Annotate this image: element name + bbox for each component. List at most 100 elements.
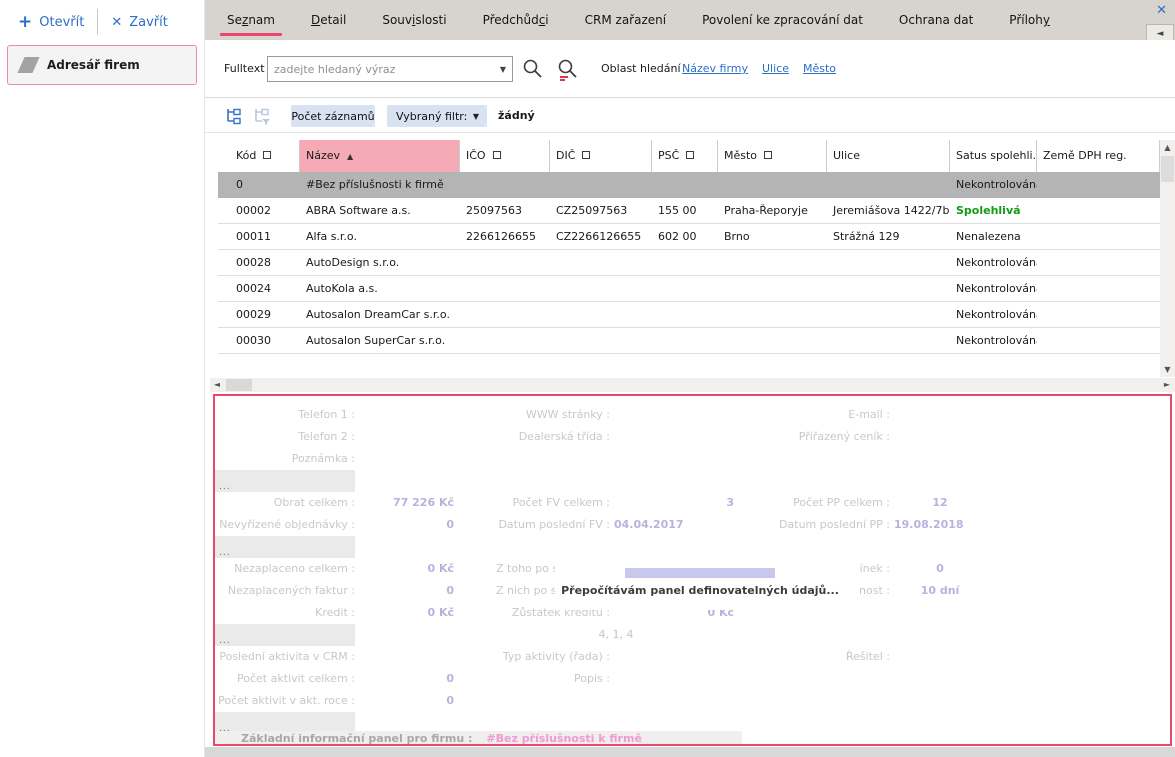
cell: Nekontrolována [950,328,1037,353]
tab-detail[interactable]: Detail [293,0,364,40]
cell: Autosalon DreamCar s.r.o. [300,302,460,327]
cell: AutoKola a.s. [300,276,460,301]
column-header-m-sto[interactable]: Město [718,140,827,172]
cell: 00028 [218,250,300,275]
search-scope-links: Název firmy Ulice Město [682,62,836,75]
panel-field-value: 19.08.2018 [890,514,990,536]
column-header-k-d[interactable]: Kód [218,140,300,172]
column-filter-checkbox[interactable] [582,151,590,159]
panel-field-row: Telefon 1 :WWW stránky :E-mail : [215,404,1170,426]
panel-field-value: 10 dní [890,580,990,602]
column-filter-checkbox[interactable] [686,151,694,159]
horizontal-scrollbar[interactable]: ◄ ► [210,378,1175,392]
panel-field-value [890,404,990,426]
table-row-00024[interactable]: 00024AutoKola a.s.Nekontrolována [218,276,1160,302]
panel-field-row: Obrat celkem :77 226 KčPočet FV celkem :… [215,492,1170,514]
fulltext-input[interactable] [267,56,513,82]
table-row-00029[interactable]: 00029Autosalon DreamCar s.r.o.Nekontrolo… [218,302,1160,328]
column-header-ps[interactable]: PSČ [652,140,718,172]
tab-souvislosti[interactable]: Souvislosti [364,0,464,40]
column-filter-checkbox[interactable] [263,151,271,159]
tab-p-lohy[interactable]: Přílohy [991,0,1068,40]
column-filter-checkbox[interactable] [764,151,772,159]
panel-field-label: Typ aktivity (řada) : [460,646,610,668]
column-header-i-o[interactable]: IČO [460,140,550,172]
panel-field-label: E-mail : [740,404,890,426]
fulltext-search-icon[interactable] [556,57,580,84]
panel-field-value: 0 [355,668,460,690]
scope-link-ulice[interactable]: Ulice [762,62,789,75]
scope-link-n-zev-firmy[interactable]: Název firmy [682,62,748,75]
search-icon[interactable] [521,57,545,84]
panel-field-row: Počet aktivit v akt. roce :0 [215,690,1170,712]
scroll-up-button[interactable]: ▲ [1160,140,1175,155]
cell [827,302,950,327]
panel-field-label: Popis : [460,668,610,690]
tab-seznam[interactable]: Seznam [209,0,293,40]
close-view-icon[interactable]: ✕ [1156,3,1167,18]
cell: Nekontrolována [950,172,1037,197]
cell: 00030 [218,328,300,353]
selected-filter-value: žádný [498,109,535,122]
selected-filter-dropdown[interactable]: Vybraný filtr: ▼ [387,105,487,127]
cell: Autosalon SuperCar s.r.o. [300,328,460,353]
close-button[interactable]: ✕ Zavřít [111,15,168,30]
scroll-down-button[interactable]: ▼ [1160,362,1175,377]
column-header-satus-spolehli[interactable]: Satus spolehli... [950,140,1037,172]
column-header-n-zev[interactable]: Název▲ [300,140,460,172]
vertical-scroll-thumb[interactable] [1161,156,1174,182]
cell: 602 00 [652,224,718,249]
panel-group-bar-row: ... [215,536,1170,558]
close-button-label: Zavřít [129,15,168,30]
record-count-button[interactable]: Počet záznamů [291,105,375,127]
collapsed-group-bar[interactable]: ... [215,536,355,558]
tab-p-edch-dci[interactable]: Předchůdci [465,0,567,40]
panel-field-value [890,646,990,668]
panel-field-label: Kredit : [215,602,355,624]
tree-filter-icon-disabled [251,106,273,129]
panel-field-label: Nevyřízené objednávky : [215,514,355,536]
collapsed-group-bar[interactable]: ... [215,470,355,492]
plus-icon: + [18,14,32,31]
cell: Nekontrolována [950,250,1037,275]
horizontal-scroll-thumb[interactable] [226,379,252,391]
tree-view-icon[interactable] [223,106,245,129]
panel-field-label: Poslední aktivita v CRM : [215,646,355,668]
scroll-left-button[interactable]: ◄ [210,378,224,392]
cell [550,172,652,197]
table-row-00011[interactable]: 00011Alfa s.r.o.2266126655CZ226612665560… [218,224,1160,250]
cell [550,328,652,353]
open-button-label: Otevřít [39,15,84,30]
cell [827,250,950,275]
scroll-right-button[interactable]: ► [1160,378,1174,392]
table-row-00028[interactable]: 00028AutoDesign s.r.o.Nekontrolována [218,250,1160,276]
cell: Alfa s.r.o. [300,224,460,249]
cell: Nekontrolována [950,302,1037,327]
panel-field-value: 0 [355,690,460,712]
panel-field-label: Nezaplaceno celkem : [215,558,355,580]
column-header-ulice[interactable]: Ulice [827,140,950,172]
cell [1037,250,1160,275]
table-row-0[interactable]: 0#Bez příslušnosti k firměNekontrolována [218,172,1160,198]
column-filter-checkbox[interactable] [493,151,501,159]
tab-ochrana-dat[interactable]: Ochrana dat [881,0,991,40]
cell [550,302,652,327]
table-row-00002[interactable]: 00002ABRA Software a.s.25097563CZ2509756… [218,198,1160,224]
column-header-zem-dph-reg[interactable]: Země DPH reg. [1037,140,1160,172]
tab-povolen-ke-zpracov-n-dat[interactable]: Povolení ke zpracování dat [684,0,881,40]
open-button[interactable]: + Otevřít [18,14,84,31]
panel-field-label: Datum poslední PP : [740,514,890,536]
cell: 155 00 [652,198,718,223]
tab-crm-za-azen[interactable]: CRM zařazení [567,0,684,40]
panel-field-value: 0 Kč [355,558,460,580]
cell: Strážná 129 [827,224,950,249]
collapsed-group-bar[interactable]: ... [215,624,355,646]
vertical-scrollbar[interactable]: ▲ ▼ [1160,140,1175,377]
sidebar-item-adresar-firem[interactable]: Adresář firem [7,45,197,85]
cell [1037,198,1160,223]
table-row-00030[interactable]: 00030Autosalon SuperCar s.r.o. Nekontrolo… [218,328,1160,354]
cell [827,276,950,301]
column-header-di[interactable]: DIČ [550,140,652,172]
panel-group-bar-row: ...4, 1, 4 [215,624,1170,646]
scope-link-m-sto[interactable]: Město [803,62,836,75]
